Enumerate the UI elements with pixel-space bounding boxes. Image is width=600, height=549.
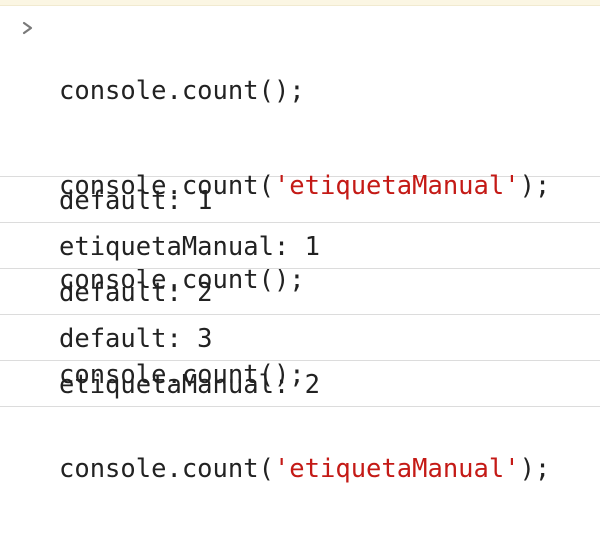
console-output-row[interactable]: default: 2 xyxy=(0,269,600,315)
chevron-right-icon xyxy=(20,16,36,40)
console-output-row[interactable]: default: 3 xyxy=(0,315,600,361)
code-call: console.count( xyxy=(59,76,274,106)
console-output-text: default: 3 xyxy=(59,324,213,354)
console-output-row[interactable]: default: 1 xyxy=(0,177,600,223)
console-output-text: etiquetaManual: 2 xyxy=(59,370,320,400)
console-input-entry[interactable]: console.count(); console.count('etiqueta… xyxy=(0,5,600,484)
code-line: console.count('etiquetaManual'); xyxy=(59,454,550,486)
code-call: console.count( xyxy=(59,454,274,484)
code-line: console.count(); xyxy=(59,76,550,108)
code-call-end: ); xyxy=(519,454,551,484)
console-output-row[interactable]: etiquetaManual: 2 xyxy=(0,361,600,407)
code-call-end: ); xyxy=(273,76,305,106)
console-output-text: default: 1 xyxy=(59,186,213,216)
code-string-arg: 'etiquetaManual' xyxy=(273,454,520,484)
console-output-text: default: 2 xyxy=(59,278,213,308)
devtools-console: console.count(); console.count('etiqueta… xyxy=(0,5,600,484)
console-output-row[interactable]: etiquetaManual: 1 xyxy=(0,223,600,269)
console-output-text: etiquetaManual: 1 xyxy=(59,232,320,262)
